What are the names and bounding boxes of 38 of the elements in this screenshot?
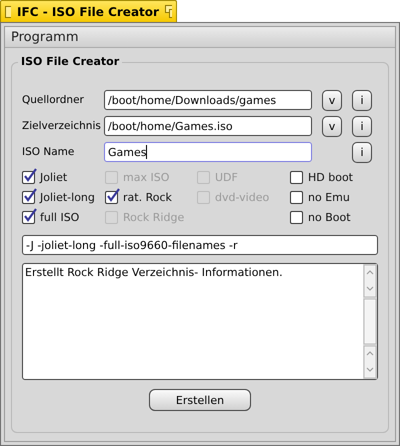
checkbox-label: dvd-video (215, 190, 270, 204)
zoom-box-icon[interactable] (164, 5, 172, 18)
field-label: Quellordner (22, 94, 85, 106)
small-button[interactable]: i (352, 142, 372, 162)
checkbox[interactable] (22, 190, 35, 204)
scrollbar[interactable] (363, 264, 377, 379)
text-field[interactable]: /boot/home/Downloads/games (104, 90, 312, 110)
checkbox-label: max ISO (123, 170, 170, 184)
text-field[interactable]: Games (104, 142, 312, 162)
checkbox-label: Joliet-long (40, 190, 95, 204)
close-box-icon[interactable] (5, 6, 12, 18)
text-field[interactable]: /boot/home/Games.iso (104, 116, 312, 136)
checkbox[interactable] (22, 210, 35, 224)
window-title: IFC - ISO File Creator (17, 4, 159, 18)
checkbox[interactable] (290, 190, 303, 204)
checkbox-label: UDF (215, 170, 238, 184)
field-label: ISO Name (22, 146, 76, 158)
checkbox-label: no Emu (308, 190, 350, 204)
description-text: Erstellt Rock Ridge Verzeichnis- Informationen. (24, 265, 284, 281)
field-label: Zielverzeichnis (22, 120, 102, 132)
checkbox-label: Joliet (40, 170, 68, 184)
checkbox[interactable] (290, 170, 303, 184)
checkbox-label: rat. Rock (123, 190, 172, 204)
checkbox-label: HD boot (308, 170, 353, 184)
group-title: ISO File Creator (18, 55, 122, 68)
small-button[interactable]: v (322, 90, 342, 110)
checkbox[interactable] (105, 190, 118, 204)
checkbox-label: no Boot (308, 210, 351, 224)
small-button[interactable]: i (352, 90, 372, 110)
checkbox[interactable] (22, 170, 35, 184)
command-field[interactable]: -J -joliet-long -full-iso9660-filenames -r (22, 235, 378, 255)
small-button[interactable]: i (352, 116, 372, 136)
create-button[interactable]: Erstellen (149, 389, 251, 411)
menu-item[interactable]: Programm (11, 30, 79, 44)
checkbox-label: full ISO (40, 210, 80, 224)
small-button[interactable]: v (322, 116, 342, 136)
checkbox-label: Rock Ridge (123, 210, 184, 224)
checkbox[interactable] (290, 210, 303, 224)
